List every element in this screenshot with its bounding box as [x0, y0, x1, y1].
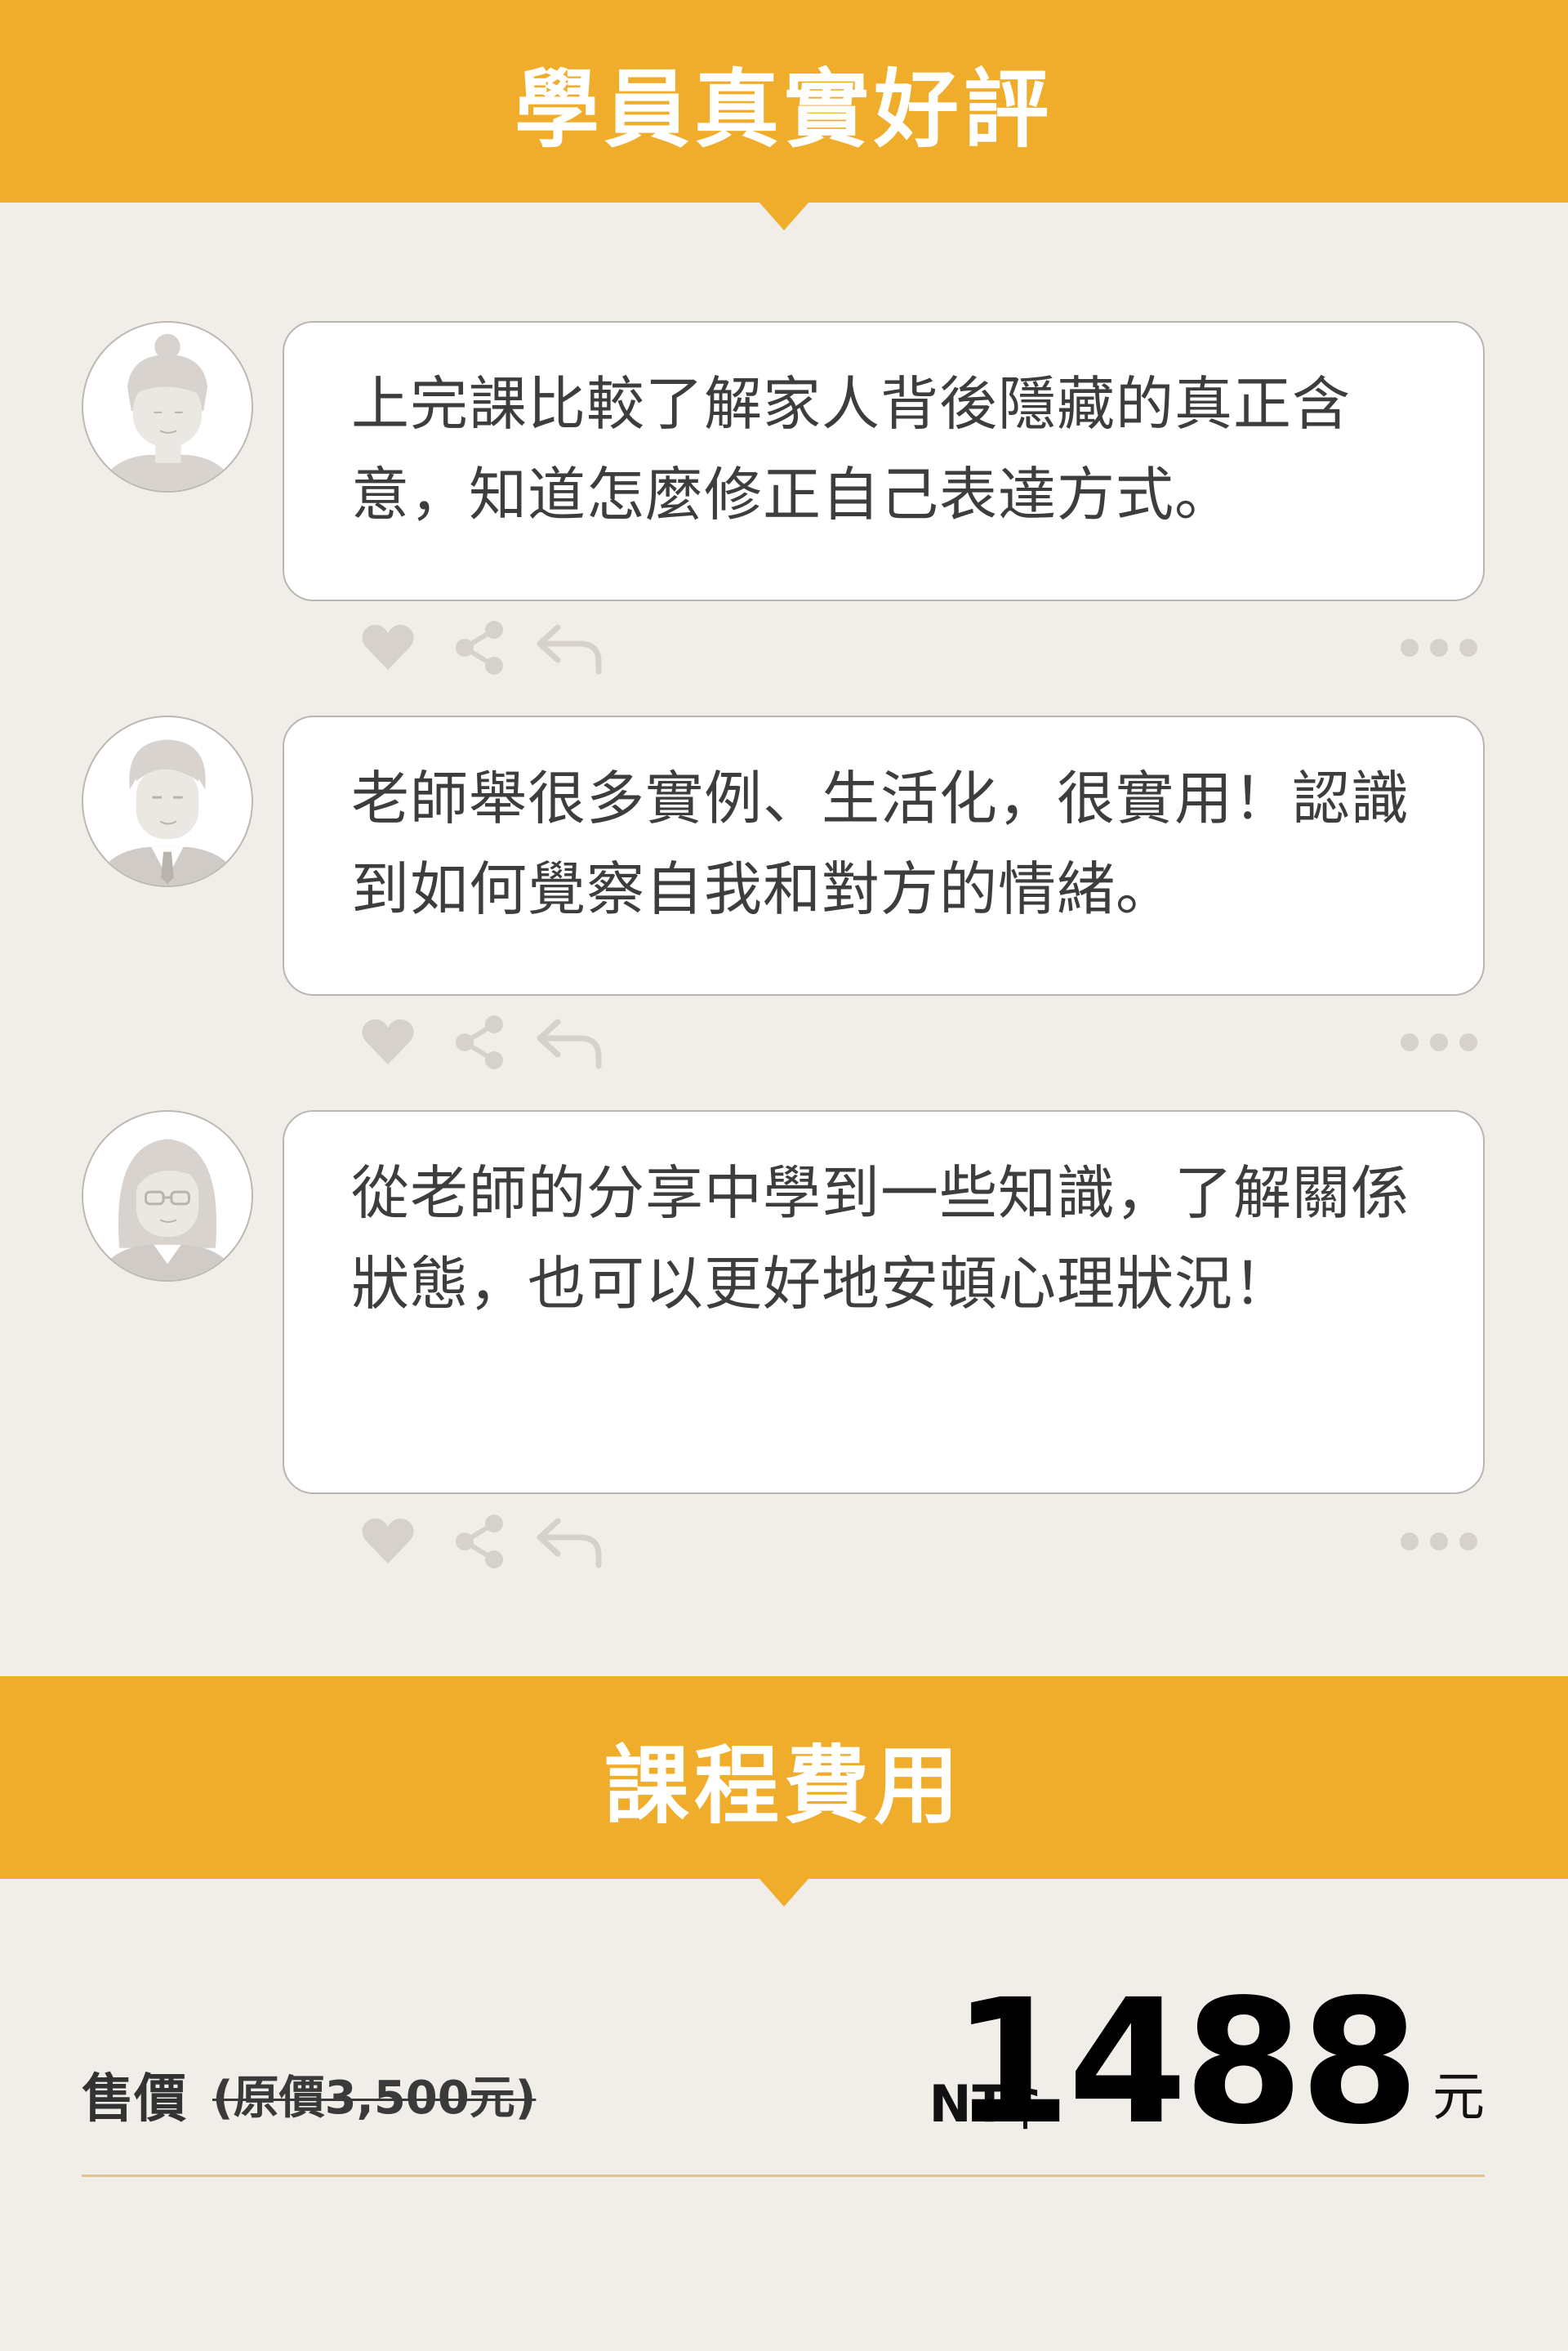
review-text: 上完課比較了解家人背後隱藏的真正含意，知道怎麼修正自己表達方式。 [351, 370, 1352, 529]
header-pointer [760, 1879, 808, 1907]
reviews-header: 學員真實好評 [0, 0, 1568, 230]
reply-icon[interactable] [535, 1516, 604, 1568]
price-unit: 元 [1432, 2068, 1485, 2128]
reviews-title: 學員真實好評 [514, 59, 1054, 159]
female-bun-icon [82, 321, 253, 493]
share-icon[interactable] [453, 1014, 507, 1071]
reply-icon[interactable] [535, 622, 604, 675]
more-icon[interactable] [1398, 1529, 1480, 1554]
review-actions [359, 619, 1486, 685]
heart-icon[interactable] [359, 1014, 416, 1071]
pricing-title: 課程費用 [604, 1735, 964, 1836]
heart-icon[interactable] [359, 1513, 416, 1570]
header-pointer [760, 203, 808, 230]
price-amount: 1488 [951, 1962, 1419, 2162]
female-glasses-icon [82, 1110, 253, 1282]
more-icon[interactable] [1398, 1030, 1480, 1055]
price-row: 售價 (原價3,500元) NT$ 1488 元 [82, 1977, 1485, 2165]
review-bubble: 從老師的分享中學到一些知識，了解關係狀態，也可以更好地安頓心理狀況！ [283, 1110, 1485, 1494]
pricing-header: 課程費用 [0, 1676, 1568, 1907]
review-bubble: 老師舉很多實例、生活化，很實用！認識到如何覺察自我和對方的情緒。 [283, 716, 1485, 996]
original-price: (原價3,500元) [212, 2072, 537, 2125]
price-label: 售價 [82, 2069, 186, 2130]
review-bubble: 上完課比較了解家人背後隱藏的真正含意，知道怎麼修正自己表達方式。 [283, 321, 1485, 601]
heart-icon[interactable] [359, 619, 416, 676]
price-divider [82, 2175, 1485, 2177]
review-actions [359, 1513, 1486, 1578]
male-suit-icon [82, 716, 253, 887]
review-text: 老師舉很多實例、生活化，很實用！認識到如何覺察自我和對方的情緒。 [351, 765, 1410, 923]
review-actions [359, 1014, 1486, 1079]
share-icon[interactable] [453, 1513, 507, 1570]
review-text: 從老師的分享中學到一些知識，了解關係狀態，也可以更好地安頓心理狀況！ [351, 1159, 1410, 1318]
reply-icon[interactable] [535, 1017, 604, 1069]
more-icon[interactable] [1398, 636, 1480, 660]
share-icon[interactable] [453, 619, 507, 676]
